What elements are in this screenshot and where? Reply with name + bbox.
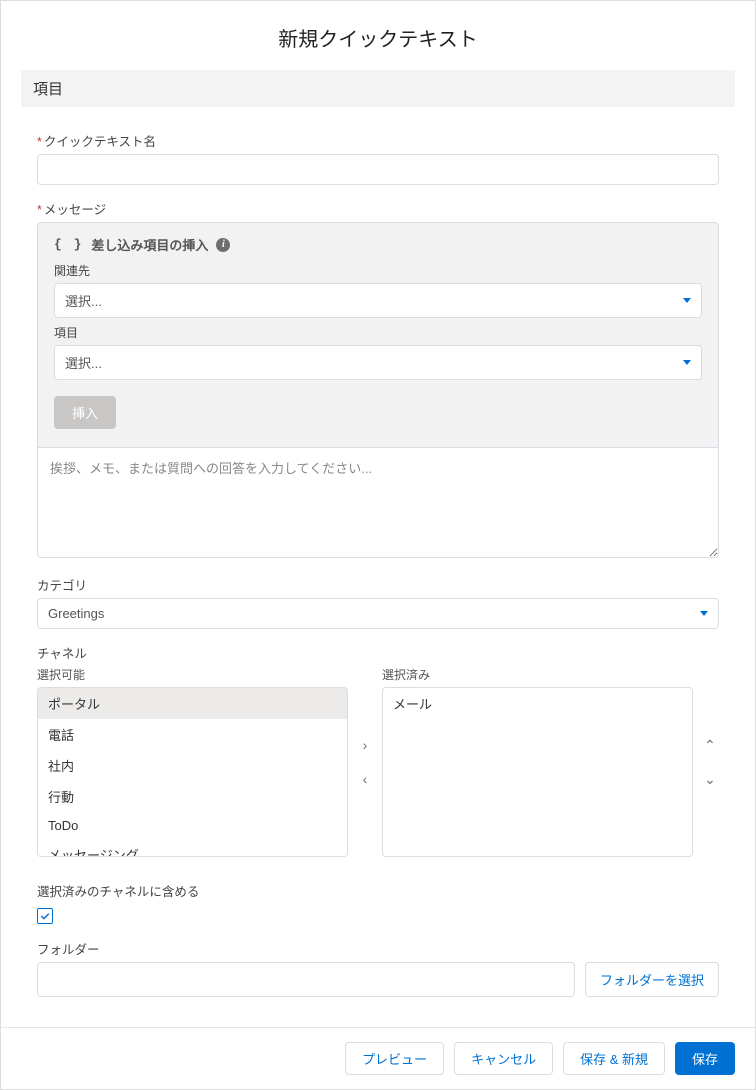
merge-field-placeholder: 選択...: [65, 353, 102, 372]
selected-list[interactable]: メール: [382, 687, 693, 857]
merge-brackets-icon: { }: [54, 237, 83, 252]
list-item[interactable]: ToDo: [38, 812, 347, 839]
info-icon[interactable]: i: [216, 238, 230, 252]
caret-down-icon: [683, 360, 691, 365]
list-item[interactable]: メッセージング: [38, 839, 347, 857]
list-item[interactable]: 行動: [38, 781, 347, 812]
save-button[interactable]: 保存: [675, 1042, 735, 1075]
available-list[interactable]: ポータル電話社内行動ToDoメッセージング: [37, 687, 348, 857]
merge-title-text: 差し込み項目の挿入: [91, 235, 208, 254]
available-label: 選択可能: [37, 666, 348, 683]
check-icon: [39, 910, 51, 922]
section-header: 項目: [21, 70, 735, 107]
folder-label: フォルダー: [37, 939, 719, 958]
list-item[interactable]: 社内: [38, 750, 347, 781]
list-item[interactable]: メール: [383, 688, 692, 719]
message-textarea[interactable]: [37, 448, 719, 558]
merge-field-select[interactable]: 選択...: [54, 345, 702, 380]
cancel-button[interactable]: キャンセル: [454, 1042, 553, 1075]
caret-down-icon: [683, 298, 691, 303]
include-label: 選択済みのチャネルに含める: [37, 881, 719, 900]
name-input[interactable]: [37, 154, 719, 185]
related-placeholder: 選択...: [65, 291, 102, 310]
list-item[interactable]: ポータル: [38, 688, 347, 719]
save-and-new-button[interactable]: 保存 & 新規: [563, 1042, 665, 1075]
related-select[interactable]: 選択...: [54, 283, 702, 318]
category-select[interactable]: Greetings: [37, 598, 719, 629]
move-up-button[interactable]: ⌃: [702, 736, 718, 754]
insert-button[interactable]: 挿入: [54, 396, 116, 429]
folder-input[interactable]: [37, 962, 575, 997]
message-label: メッセージ: [37, 199, 719, 218]
category-label: カテゴリ: [37, 575, 719, 594]
channel-label: チャネル: [37, 643, 719, 662]
merge-field-label: 項目: [54, 324, 702, 341]
modal-footer: プレビュー キャンセル 保存 & 新規 保存: [1, 1027, 755, 1089]
selected-label: 選択済み: [382, 666, 693, 683]
move-left-button[interactable]: ‹: [361, 770, 370, 788]
modal-title: 新規クイックテキスト: [1, 1, 755, 70]
include-checkbox[interactable]: [37, 908, 53, 924]
name-label: クイックテキスト名: [37, 131, 719, 150]
merge-field-panel: { } 差し込み項目の挿入 i 関連先 選択... 項目 選択... 挿入: [37, 222, 719, 448]
move-right-button[interactable]: ›: [361, 736, 370, 754]
category-value: Greetings: [48, 606, 104, 621]
related-label: 関連先: [54, 262, 702, 279]
list-item[interactable]: 電話: [38, 719, 347, 750]
preview-button[interactable]: プレビュー: [345, 1042, 444, 1075]
move-down-button[interactable]: ⌄: [702, 770, 718, 788]
caret-down-icon: [700, 611, 708, 616]
folder-select-button[interactable]: フォルダーを選択: [585, 962, 719, 997]
